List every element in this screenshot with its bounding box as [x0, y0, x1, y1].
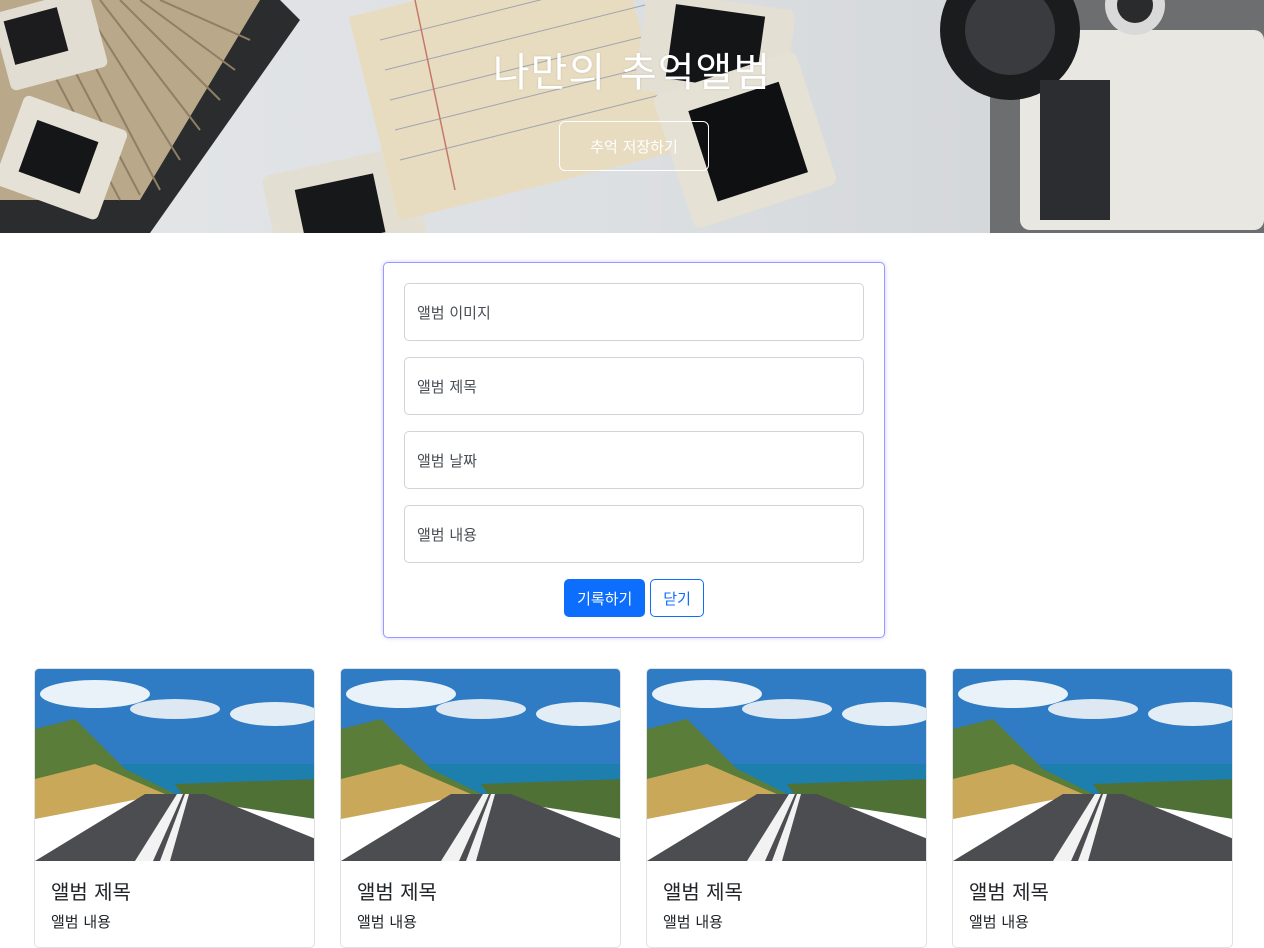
- album-card-text: 앨범 내용: [663, 913, 723, 931]
- hero-banner: 나만의 추억앨범 추억 저장하기: [0, 0, 1264, 233]
- hero-background-photo: [0, 0, 1264, 233]
- album-card-grid: 앨범 제목 앨범 내용 앨범 제목 앨범 내용 앨범 제목 앨범 내용 앨범 제…: [34, 668, 1234, 948]
- album-card-title: 앨범 제목: [969, 880, 1049, 904]
- album-card[interactable]: 앨범 제목 앨범 내용: [34, 668, 315, 948]
- album-card[interactable]: 앨범 제목 앨범 내용: [952, 668, 1233, 948]
- album-title-placeholder: 앨범 제목: [417, 377, 477, 396]
- album-card-title: 앨범 제목: [51, 880, 131, 904]
- album-card[interactable]: 앨범 제목 앨범 내용: [646, 668, 927, 948]
- album-card-text: 앨범 내용: [357, 913, 417, 931]
- album-card-text: 앨범 내용: [51, 913, 111, 931]
- album-form: 앨범 이미지 앨범 제목 앨범 날짜 앨범 내용 기록하기 닫기: [383, 262, 885, 638]
- album-card-image: [35, 669, 314, 861]
- album-content-input[interactable]: 앨범 내용: [404, 505, 864, 563]
- album-card-image: [953, 669, 1232, 861]
- album-date-placeholder: 앨범 날짜: [417, 451, 477, 470]
- submit-record-button[interactable]: 기록하기: [564, 579, 646, 617]
- album-image-placeholder: 앨범 이미지: [417, 303, 491, 322]
- album-image-input[interactable]: 앨범 이미지: [404, 283, 864, 341]
- page-title: 나만의 추억앨범: [492, 50, 772, 96]
- album-card-text: 앨범 내용: [969, 913, 1029, 931]
- album-content-placeholder: 앨범 내용: [417, 525, 477, 544]
- save-memory-button[interactable]: 추억 저장하기: [559, 121, 709, 171]
- form-button-row: 기록하기 닫기: [384, 579, 884, 617]
- close-button[interactable]: 닫기: [650, 579, 704, 617]
- album-card-title: 앨범 제목: [357, 880, 437, 904]
- album-card-image: [647, 669, 926, 861]
- album-card-image: [341, 669, 620, 861]
- album-card[interactable]: 앨범 제목 앨범 내용: [340, 668, 621, 948]
- album-date-input[interactable]: 앨범 날짜: [404, 431, 864, 489]
- album-card-title: 앨범 제목: [663, 880, 743, 904]
- album-title-input[interactable]: 앨범 제목: [404, 357, 864, 415]
